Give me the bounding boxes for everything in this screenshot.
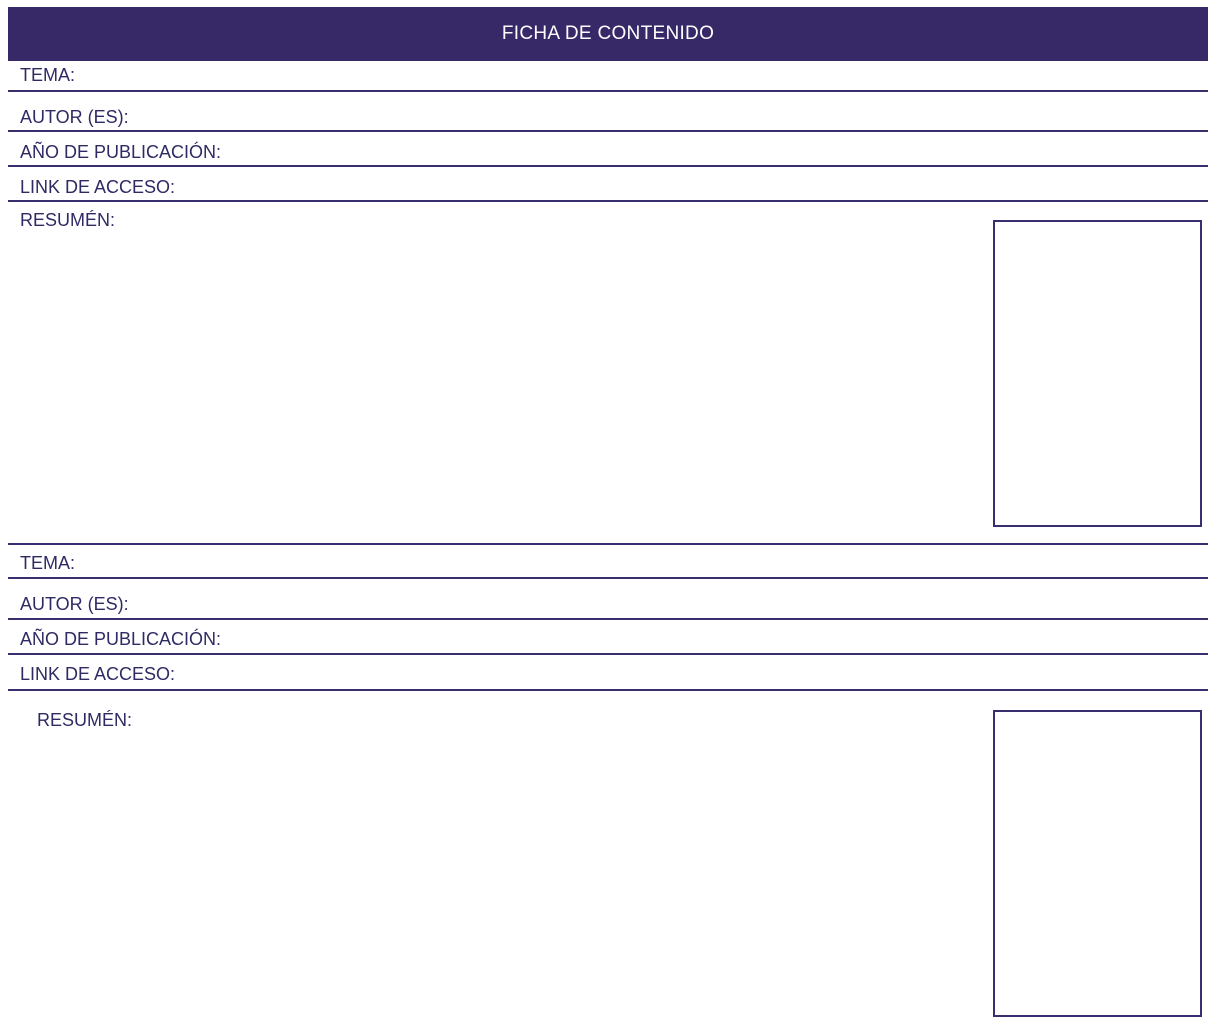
card1-anio-label: AÑO DE PUBLICACIÓN: [20, 142, 222, 162]
card1-link-line [8, 200, 1208, 202]
card1-tema-label: TEMA: [20, 65, 76, 85]
card1-autor-line [8, 130, 1208, 132]
card1-anio-line [8, 165, 1208, 167]
card2-autor-line [8, 618, 1208, 620]
card1-image-placeholder [993, 220, 1202, 527]
card2-tema-label: TEMA: [20, 553, 76, 573]
card1-autor-label: AUTOR (ES): [20, 107, 129, 127]
card2-anio-line [8, 653, 1208, 655]
card2-autor-label: AUTOR (ES): [20, 594, 129, 614]
card1-resumen-label: RESUMÉN: [20, 210, 116, 230]
card2-anio-label: AÑO DE PUBLICACIÓN: [20, 629, 222, 649]
header-bar: FICHA DE CONTENIDO [8, 7, 1208, 61]
card2-link-label: LINK DE ACCESO: [20, 664, 176, 684]
card2-resumen-label: RESUMÉN: [37, 710, 133, 730]
card-separator-line [8, 543, 1208, 545]
page-title: FICHA DE CONTENIDO [501, 23, 715, 44]
card2-link-line [8, 689, 1208, 691]
card2-tema-line [8, 577, 1208, 579]
card1-link-label: LINK DE ACCESO: [20, 177, 176, 197]
card1-tema-line [8, 90, 1208, 92]
card2-image-placeholder [993, 710, 1202, 1017]
